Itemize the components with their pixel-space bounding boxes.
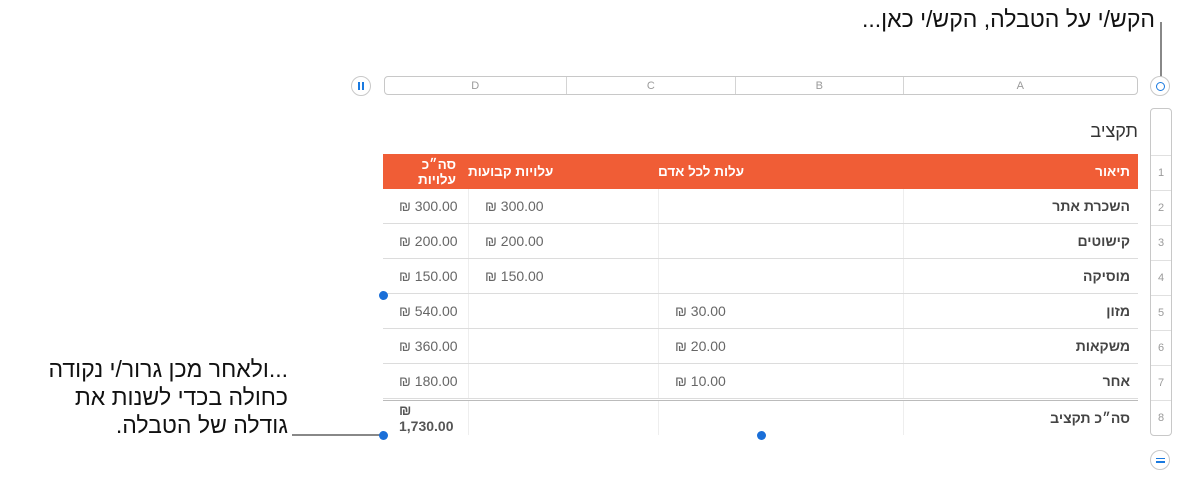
table-header-row[interactable]: תיאור עלות לכל אדם עלויות קבועות סה״כ על… [383,154,1138,189]
cell-fixed[interactable] [468,364,658,398]
footer-fixed[interactable] [468,401,658,435]
cell-fixed[interactable]: ₪ 300.00 [468,189,658,223]
row-header-8[interactable]: 8 [1151,400,1171,435]
table-row[interactable]: משקאות ₪ 20.00 ₪ 360.00 [383,329,1138,364]
callout-left-line-1: ...ולאחר מכן גרור/י נקודה [48,356,288,382]
header-total[interactable]: סה״כ עלויות [383,154,468,189]
cell-per-person[interactable]: ₪ 20.00 [658,329,903,363]
cell-description[interactable]: אחר [903,364,1138,398]
cell-fixed[interactable] [468,294,658,328]
cell-total[interactable]: ₪ 360.00 [383,329,468,363]
cell-per-person[interactable] [658,259,903,293]
table-row[interactable]: מזון ₪ 30.00 ₪ 540.00 [383,294,1138,329]
footer-per-person[interactable] [658,401,903,435]
select-table-button[interactable] [1150,76,1170,96]
callout-left-line-3: גודלה של הטבלה. [115,412,288,438]
row-header-3[interactable]: 3 [1151,225,1171,260]
table-row[interactable]: השכרת אתר ₪ 300.00 ₪ 300.00 [383,189,1138,224]
cell-total[interactable]: ₪ 180.00 [383,364,468,398]
column-header-d[interactable]: D [385,77,566,94]
cell-total[interactable]: ₪ 540.00 [383,294,468,328]
column-header-b[interactable]: B [735,77,903,94]
table-footer-row[interactable]: סה״כ תקציב ₪ 1,730.00 [383,400,1138,435]
table-row[interactable]: אחר ₪ 10.00 ₪ 180.00 [383,364,1138,399]
table-row[interactable]: מוסיקה ₪ 150.00 ₪ 150.00 [383,259,1138,294]
header-per-person[interactable]: עלות לכל אדם [658,154,903,189]
header-fixed[interactable]: עלויות קבועות [468,154,658,189]
callout-top: הקש/י על הטבלה, הקש/י כאן... [862,6,1155,32]
cell-description[interactable]: משקאות [903,329,1138,363]
row-header-2[interactable]: 2 [1151,190,1171,225]
callout-left-line-2: כחולה בכדי לשנות את [74,384,288,410]
cell-total[interactable]: ₪ 150.00 [383,259,468,293]
callout-left: ...ולאחר מכן גרור/י נקודה כחולה בכדי לשנ… [48,355,288,439]
callout-left-line [292,434,380,436]
column-header-bar: A B C D [384,76,1138,95]
row-header-bar: 1 2 3 4 5 6 7 8 [1150,108,1172,436]
column-header-a[interactable]: A [902,77,1137,94]
cell-per-person[interactable]: ₪ 30.00 [658,294,903,328]
cell-per-person[interactable] [658,224,903,258]
cell-fixed[interactable]: ₪ 150.00 [468,259,658,293]
cell-total[interactable]: ₪ 300.00 [383,189,468,223]
cell-per-person[interactable]: ₪ 10.00 [658,364,903,398]
equals-icon [1155,457,1165,463]
row-header-7[interactable]: 7 [1151,365,1171,400]
cell-fixed[interactable] [468,329,658,363]
cell-fixed[interactable]: ₪ 200.00 [468,224,658,258]
resize-handle-corner[interactable] [379,431,388,440]
cell-total[interactable]: ₪ 200.00 [383,224,468,258]
column-header-c[interactable]: C [565,77,736,94]
cell-description[interactable]: קישוטים [903,224,1138,258]
row-header-5[interactable]: 5 [1151,295,1171,330]
cell-description[interactable]: השכרת אתר [903,189,1138,223]
column-handle-button[interactable] [351,76,371,96]
row-header-1[interactable]: 1 [1151,155,1171,190]
row-header-6[interactable]: 6 [1151,330,1171,365]
circle-icon [1155,81,1165,91]
header-description[interactable]: תיאור [903,154,1138,189]
table-title[interactable]: תקציב [1090,121,1138,142]
resize-handle-left[interactable] [379,291,388,300]
pause-icon [358,82,364,90]
footer-total[interactable]: ₪ 1,730.00 [383,401,468,435]
cell-description[interactable]: מוסיקה [903,259,1138,293]
callout-top-line [1160,22,1162,78]
cell-description[interactable]: מזון [903,294,1138,328]
footer-description[interactable]: סה״כ תקציב [903,401,1138,435]
row-handle-button[interactable] [1150,450,1170,470]
resize-handle-bottom[interactable] [757,431,766,440]
row-header-4[interactable]: 4 [1151,260,1171,295]
cell-per-person[interactable] [658,189,903,223]
table-row[interactable]: קישוטים ₪ 200.00 ₪ 200.00 [383,224,1138,259]
